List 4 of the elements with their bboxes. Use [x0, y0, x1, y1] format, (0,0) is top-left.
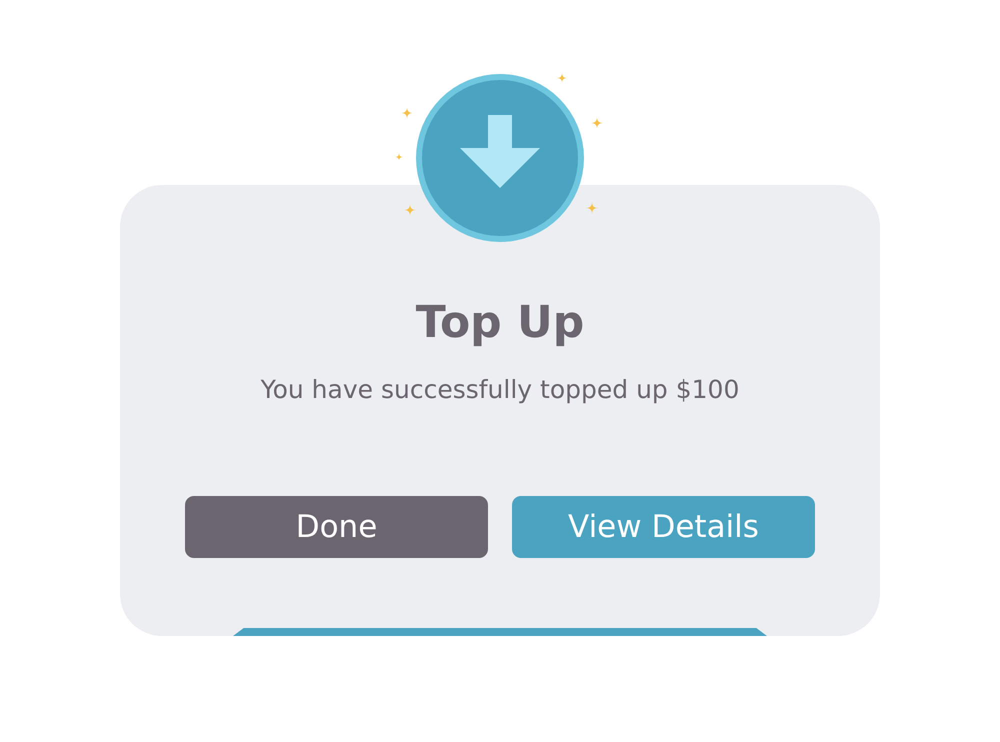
dialog-message: You have successfully topped up $100	[260, 374, 740, 406]
done-button[interactable]: Done	[185, 496, 488, 558]
dialog-title: Top Up	[416, 297, 584, 350]
details-button[interactable]: View Details	[512, 496, 815, 558]
